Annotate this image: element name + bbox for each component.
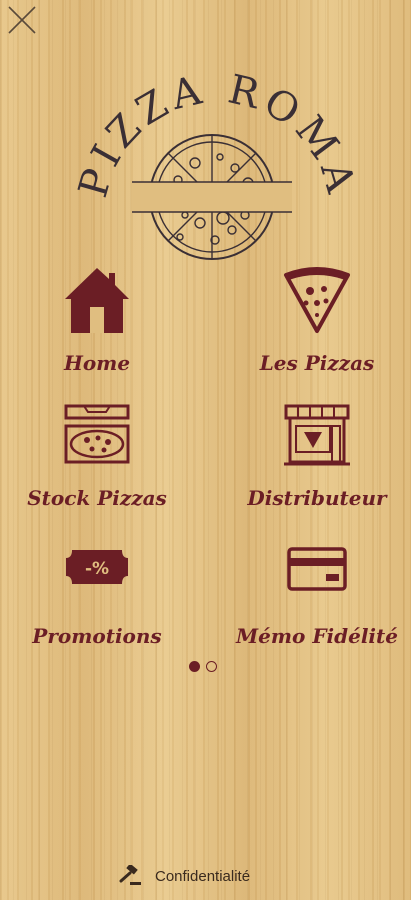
menu-label: Promotions — [32, 624, 162, 648]
page-dot-inactive[interactable] — [206, 661, 217, 672]
pizza-box-icon — [64, 404, 130, 464]
menu-label: Stock Pizzas — [27, 486, 167, 510]
menu-les-pizzas[interactable]: Les Pizzas — [232, 265, 402, 375]
house-icon — [65, 268, 129, 333]
menu-distributeur[interactable]: Distributeur — [232, 400, 402, 510]
discount-tag-icon: -% — [66, 550, 128, 584]
loyalty-card-icon — [287, 547, 347, 591]
gavel-icon — [119, 865, 141, 885]
storefront-icon — [284, 404, 350, 466]
menu-memo-fidelite[interactable]: Mémo Fidélité — [232, 538, 402, 648]
menu-label: Home — [63, 351, 131, 375]
pizza-slice-icon — [284, 267, 350, 333]
menu-label: Les Pizzas — [259, 351, 375, 375]
menu-promotions[interactable]: -% Promotions — [12, 538, 182, 648]
page-dot-active[interactable] — [189, 661, 200, 672]
menu-home[interactable]: Home — [12, 265, 182, 375]
close-button[interactable] — [4, 2, 38, 36]
pizza-roma-logo: PIZZA ROMA — [60, 55, 360, 270]
menu-label: Mémo Fidélité — [236, 624, 398, 648]
menu-stock-pizzas[interactable]: Stock Pizzas — [12, 400, 182, 510]
discount-tag-text: -% — [85, 559, 109, 579]
page-indicator — [189, 660, 223, 674]
close-icon — [8, 6, 36, 34]
menu-label: Distributeur — [247, 486, 387, 510]
privacy-link[interactable]: Confidentialité — [118, 862, 250, 890]
privacy-label: Confidentialité — [155, 867, 251, 885]
